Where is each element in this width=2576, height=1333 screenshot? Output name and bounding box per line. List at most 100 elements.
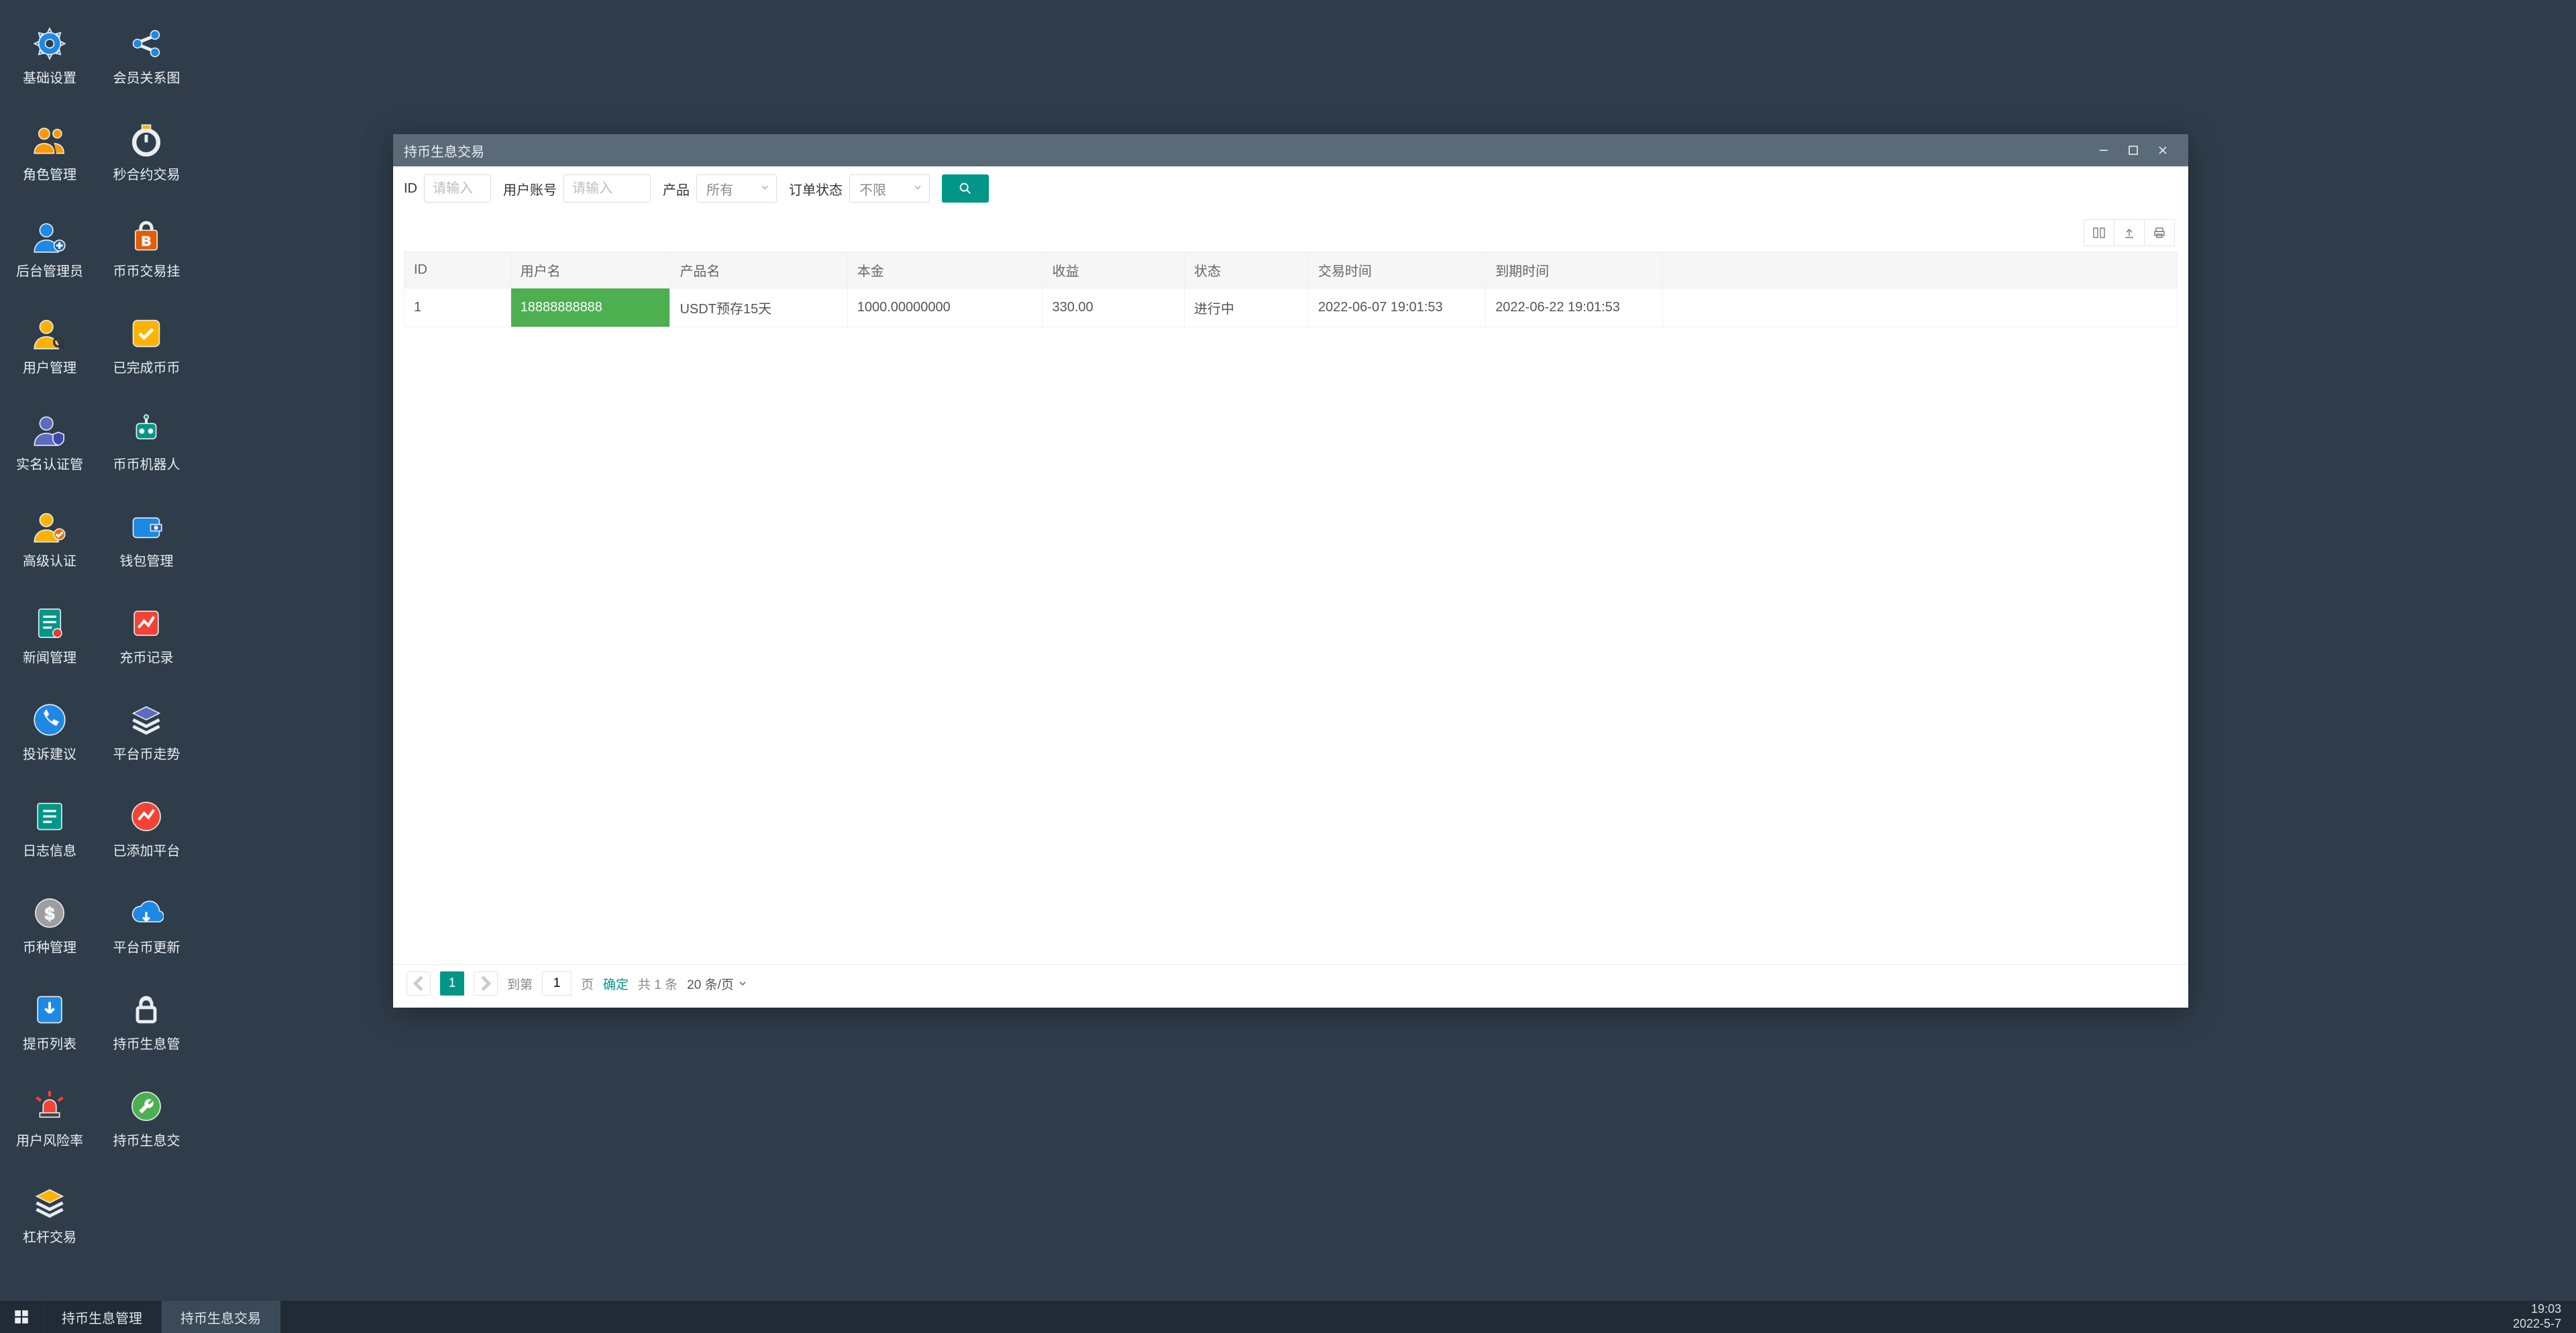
- filter-product-label: 产品: [663, 179, 690, 199]
- users-icon: [30, 120, 70, 160]
- filter-status-select[interactable]: 不限: [849, 174, 930, 203]
- window-minimize-button[interactable]: [2089, 134, 2118, 166]
- desktop-icon-gear[interactable]: 基础设置: [3, 7, 97, 103]
- pager-page-1[interactable]: 1: [440, 971, 464, 996]
- desktop-icon-user-add[interactable]: 后台管理员: [3, 200, 97, 297]
- desktop-icon-phone[interactable]: 投诉建议: [3, 683, 97, 780]
- search-icon: [958, 181, 973, 196]
- download-icon: [30, 990, 70, 1030]
- user-search-icon: [30, 313, 70, 354]
- desktop-icon-label: 平台币走势: [113, 747, 180, 763]
- pager-page-suffix: 页: [581, 975, 594, 993]
- pager-goto-label: 到第: [507, 975, 533, 993]
- desktop-icon-label: 提币列表: [23, 1036, 76, 1053]
- desktop-icon-label: 持币生息交: [113, 1133, 180, 1149]
- chart-round-icon: [126, 796, 166, 837]
- cloud-icon: [126, 893, 166, 933]
- desktop-icon-chart-round[interactable]: 已添加平台: [99, 780, 193, 876]
- share-icon: [126, 23, 166, 64]
- windows-icon: [13, 1308, 30, 1326]
- desktop-icon-label: 高级认证: [23, 553, 76, 570]
- taskbar-item[interactable]: 持币生息管理: [43, 1301, 162, 1333]
- taskbar-clock[interactable]: 19:03 2022-5-7: [2498, 1301, 2576, 1333]
- desktop-icon-log[interactable]: 日志信息: [3, 780, 97, 876]
- desktop-icon-chart[interactable]: 充币记录: [99, 586, 193, 683]
- gear-icon: [30, 23, 70, 64]
- table-header: 交易时间: [1308, 252, 1485, 288]
- desktop-icon-wallet[interactable]: 钱包管理: [99, 490, 193, 586]
- print-button[interactable]: [2144, 219, 2175, 246]
- search-button[interactable]: [942, 174, 989, 203]
- taskbar-item[interactable]: 持币生息交易: [162, 1301, 280, 1333]
- chevron-down-icon: [738, 979, 747, 988]
- user-cell[interactable]: 18888888888: [511, 288, 670, 327]
- pager-prev-button[interactable]: [407, 971, 431, 996]
- desktop-icon-label: 杠杆交易: [23, 1230, 76, 1246]
- table-header: 到期时间: [1486, 252, 1663, 288]
- filter-account-input[interactable]: [564, 174, 651, 203]
- table-header: ID: [405, 252, 511, 288]
- lock-icon: [126, 990, 166, 1030]
- filter-account-label: 用户账号: [503, 179, 557, 199]
- start-button[interactable]: [0, 1301, 43, 1333]
- desktop-icon-label: 已添加平台: [113, 843, 180, 859]
- table-header: 本金: [847, 252, 1042, 288]
- data-table: ID用户名产品名本金收益状态交易时间到期时间 118888888888USDT预…: [404, 252, 2178, 327]
- doc-icon: [30, 603, 70, 643]
- taskbar-time: 19:03: [2531, 1302, 2561, 1317]
- desktop-icon-cloud[interactable]: 平台币更新: [99, 876, 193, 973]
- bag-icon: B: [126, 217, 166, 257]
- desktop-icon-label: 实名认证管: [16, 457, 83, 473]
- pager-goto-input[interactable]: [542, 971, 572, 996]
- wrench-icon: [126, 1086, 166, 1126]
- desktop-icon-label: 后台管理员: [16, 264, 83, 280]
- filter-bar: ID 用户账号 产品 所有 订单状态 不限: [393, 166, 2188, 215]
- desktop-icon-user-search[interactable]: 用户管理: [3, 297, 97, 393]
- pager-total: 共 1 条: [638, 975, 678, 993]
- taskbar: 持币生息管理持币生息交易 19:03 2022-5-7: [0, 1301, 2576, 1333]
- desktop-icon-doc[interactable]: 新闻管理: [3, 586, 97, 683]
- desktop-icon-check[interactable]: 已完成币币: [99, 297, 193, 393]
- desktop-icon-coin[interactable]: $币种管理: [3, 876, 97, 973]
- chevron-down-icon: [760, 181, 769, 197]
- table-header: 状态: [1184, 252, 1308, 288]
- desktop-icon-label: 持币生息管: [113, 1036, 180, 1053]
- window-maximize-button[interactable]: [2118, 134, 2148, 166]
- coin-icon: $: [30, 893, 70, 933]
- svg-text:$: $: [45, 904, 55, 924]
- table-header: 收益: [1042, 252, 1184, 288]
- desktop-icon-timer[interactable]: 秒合约交易: [99, 103, 193, 200]
- desktop-icon-users[interactable]: 角色管理: [3, 103, 97, 200]
- timer-icon: [126, 120, 166, 160]
- table-header: 用户名: [511, 252, 670, 288]
- phone-icon: [30, 700, 70, 740]
- pager-pagesize-select[interactable]: 20 条/页: [687, 975, 747, 993]
- pager-confirm-button[interactable]: 确定: [603, 975, 629, 993]
- desktop-icon-wrench[interactable]: 持币生息交: [99, 1069, 193, 1166]
- desktop-icon-layers[interactable]: 杠杆交易: [3, 1166, 97, 1263]
- filter-product-select[interactable]: 所有: [696, 174, 777, 203]
- desktop-icon-share[interactable]: 会员关系图: [99, 7, 193, 103]
- desktop-icon-label: 投诉建议: [23, 747, 76, 763]
- log-icon: [30, 796, 70, 837]
- window-titlebar: 持币生息交易: [393, 134, 2188, 166]
- filter-id-input[interactable]: [424, 174, 491, 203]
- pager-next-button[interactable]: [474, 971, 498, 996]
- desktop-icon-user-shield[interactable]: 实名认证管: [3, 393, 97, 490]
- desktop-icon-label: 钱包管理: [119, 553, 173, 570]
- siren-icon: [30, 1086, 70, 1126]
- table-row[interactable]: 118888888888USDT预存15天1000.00000000330.00…: [405, 288, 2178, 327]
- desktop-icon-bag[interactable]: B币币交易挂: [99, 200, 193, 297]
- filter-id-label: ID: [404, 181, 417, 197]
- export-button[interactable]: [2114, 219, 2145, 246]
- desktop-icon-lock[interactable]: 持币生息管: [99, 973, 193, 1069]
- desktop-icon-siren[interactable]: 用户风险率: [3, 1069, 97, 1166]
- desktop-icon-layers[interactable]: 平台币走势: [99, 683, 193, 780]
- window-close-button[interactable]: [2148, 134, 2178, 166]
- columns-button[interactable]: [2084, 219, 2114, 246]
- desktop-icon-robot[interactable]: 币币机器人: [99, 393, 193, 490]
- desktop-icon-label: 用户管理: [23, 360, 76, 376]
- desktop-icon-download[interactable]: 提币列表: [3, 973, 97, 1069]
- desktop-icon-user-badge[interactable]: 高级认证: [3, 490, 97, 586]
- desktop-icon-label: 新闻管理: [23, 650, 76, 666]
